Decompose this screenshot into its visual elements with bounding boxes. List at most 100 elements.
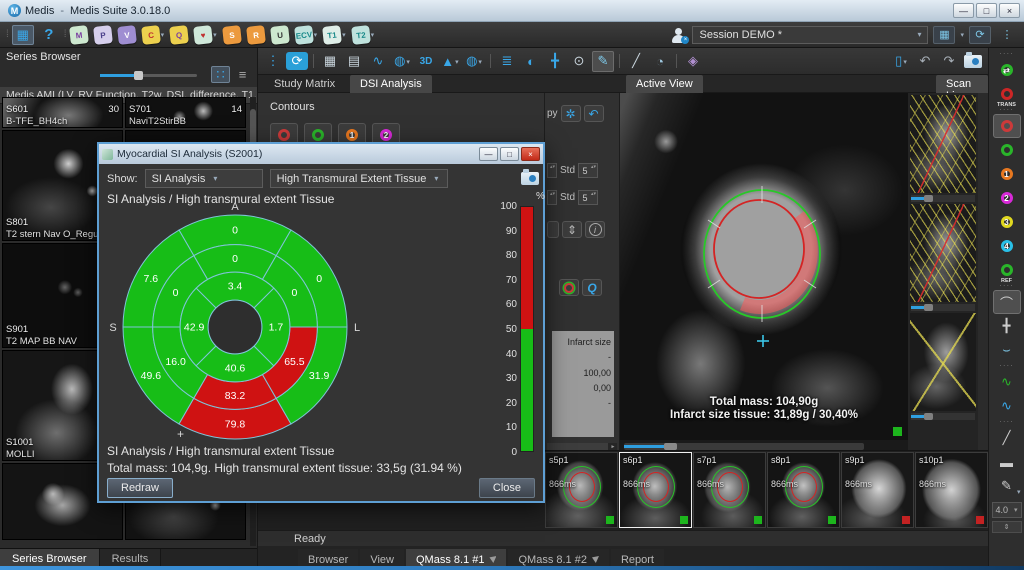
phase-thumbnail[interactable]: s9p1 866ms — [841, 452, 914, 528]
image-slider[interactable] — [624, 443, 864, 450]
app-tile-icon[interactable]: T1 — [322, 25, 342, 45]
series-thumbnail[interactable]: S601 30 B-TFE_BH4ch — [2, 97, 123, 128]
redraw-button[interactable]: Redraw — [107, 478, 173, 498]
contour-toolbar-button[interactable]: ⌣ — [993, 338, 1021, 362]
toolbar-button[interactable]: ⟳ — [286, 52, 308, 70]
chevron-down-icon[interactable]: ▾ — [213, 31, 217, 39]
snapshot-icon[interactable] — [521, 172, 539, 185]
phase-thumbnail[interactable]: s7p1 866ms — [693, 452, 766, 528]
phase-thumbnail[interactable]: s5p1 866ms — [545, 452, 618, 528]
chevron-down-icon[interactable]: ▾ — [314, 31, 318, 39]
toolbar-button[interactable]: ╱ — [625, 51, 647, 72]
contour-toolbar-button[interactable] — [993, 106, 1021, 114]
toolbar-button[interactable]: ⊙ — [568, 51, 590, 72]
thumbnail-size-slider[interactable] — [100, 74, 197, 77]
help-button[interactable]: ? — [38, 25, 60, 45]
contour-toolbar-button[interactable]: TRANS — [993, 82, 1021, 106]
contour-toolbar-button[interactable]: ✎ — [993, 474, 1021, 498]
std-spinner[interactable]: 5 — [578, 163, 598, 178]
tab-dsi-analysis[interactable]: DSI Analysis — [350, 75, 432, 93]
si-analysis-button[interactable] — [559, 279, 579, 296]
spinner-cut[interactable] — [547, 190, 557, 205]
contour-toolbar-button[interactable]: 1 — [993, 162, 1021, 186]
toolbar-button[interactable] — [673, 51, 680, 72]
pin-icon[interactable] — [489, 556, 496, 563]
app-tile-icon[interactable]: R — [246, 25, 266, 45]
contour-toolbar-button[interactable]: ╱ — [993, 426, 1021, 450]
dialog-title-bar[interactable]: Myocardial SI Analysis (S2001) — □ × — [99, 144, 543, 164]
app-tile-icon[interactable]: M — [69, 25, 89, 45]
more-options-button[interactable]: ⋮ — [996, 26, 1018, 44]
toolbar-button[interactable] — [310, 51, 317, 72]
window-layout-button[interactable]: ▦ — [933, 26, 955, 44]
app-tile-icon[interactable]: P — [93, 25, 113, 45]
toolbar-scroll-button[interactable]: ⇕ — [992, 521, 1022, 533]
contour-toolbar-button[interactable]: ⇄ — [993, 58, 1021, 82]
zoom-level-select[interactable]: 4.0 ▾ — [992, 502, 1022, 518]
chevron-down-icon[interactable]: ▾ — [960, 31, 964, 39]
tab-active-view[interactable]: Active View — [626, 75, 703, 93]
toolbar-button[interactable]: ◈ — [682, 51, 704, 72]
close-dialog-button[interactable]: Close — [479, 478, 535, 498]
horizontal-scrollbar[interactable]: ► — [547, 443, 617, 450]
snapshot-button[interactable] — [962, 51, 984, 72]
tab-study-matrix[interactable]: Study Matrix — [264, 75, 345, 93]
endocardial-contour[interactable] — [714, 200, 804, 298]
toolbar-button[interactable]: ↶ — [914, 51, 936, 72]
toolbar-button[interactable]: ✎ — [592, 51, 614, 72]
qmass-q-button[interactable]: Q — [582, 279, 602, 296]
app-tile-icon[interactable]: V — [117, 25, 137, 45]
session-select[interactable]: Session DEMO * ▾ — [692, 26, 928, 44]
cut-button[interactable] — [547, 221, 559, 238]
contour-toolbar-button[interactable] — [993, 418, 1021, 426]
contour-toolbar-button[interactable]: REF — [993, 258, 1021, 282]
phase-thumbnail[interactable]: s10p1 866ms — [915, 452, 988, 528]
app-tile-icon[interactable]: T2 — [351, 25, 371, 45]
contour-toolbar-button[interactable]: 2 — [993, 186, 1021, 210]
toolbar-button[interactable]: 3D — [415, 51, 437, 72]
phase-thumbnail[interactable]: s6p1 866ms — [619, 452, 692, 528]
dialog-minimize-button[interactable]: — — [479, 147, 498, 161]
scan-lines-thumbnail[interactable] — [910, 95, 976, 193]
app-tile-icon[interactable]: ♥ — [193, 25, 213, 45]
toolbar-button[interactable]: ∿ — [367, 51, 389, 72]
dialog-close-button[interactable]: × — [521, 147, 540, 161]
phase-thumbnail[interactable]: s8p1 866ms — [767, 452, 840, 528]
toolbar-button[interactable]: ↷ — [938, 51, 960, 72]
propagate-button[interactable]: ⇕ — [562, 221, 582, 238]
toolbar-button[interactable]: ≣ — [496, 51, 518, 72]
contour-toolbar-button[interactable] — [993, 50, 1021, 58]
tissue-type-select[interactable]: High Transmural Extent Tissue ▾ — [270, 169, 448, 188]
undo-button[interactable]: ↶ — [584, 105, 604, 122]
contour-toolbar-button[interactable]: ╋ — [993, 314, 1021, 338]
info-button[interactable]: i — [585, 221, 605, 238]
contour-toolbar-button[interactable]: ▬ — [993, 450, 1021, 474]
cardiac-mri-image[interactable]: Total mass: 104,90g Infarct size tissue:… — [620, 93, 908, 440]
scan-lines-thumbnail[interactable] — [910, 204, 976, 302]
contour-toolbar-button[interactable]: ∿ — [993, 394, 1021, 418]
toolbar-button[interactable]: ▦ — [319, 51, 341, 72]
app-tile-icon[interactable]: S — [222, 25, 242, 45]
maximize-button[interactable]: □ — [976, 3, 997, 18]
scan-lines-thumbnail[interactable] — [910, 313, 976, 411]
slice-slider[interactable] — [911, 304, 975, 311]
contour-toolbar-button[interactable]: ⌒ — [993, 290, 1021, 314]
contour-toolbar-button[interactable]: 4 — [993, 234, 1021, 258]
analysis-type-select[interactable]: SI Analysis ▾ — [145, 169, 263, 188]
reset-layout-button[interactable]: ⟳ — [969, 26, 991, 44]
chevron-down-icon[interactable]: ▾ — [371, 31, 375, 39]
std-spinner[interactable]: 5 — [578, 190, 598, 205]
toolbar-button[interactable]: ╋ — [544, 51, 566, 72]
apply-button-fragment[interactable]: py — [547, 108, 558, 119]
close-button[interactable]: × — [999, 3, 1020, 18]
toolbar-button[interactable]: ◍ — [463, 51, 485, 72]
grid-view-button[interactable]: ∷ — [211, 66, 230, 83]
minimize-button[interactable]: — — [953, 3, 974, 18]
toolbar-button[interactable]: ▯ — [890, 51, 912, 72]
scroll-right-icon[interactable]: ► — [609, 443, 617, 450]
auto-detect-button[interactable]: ✲ — [561, 105, 581, 122]
toolbar-button[interactable] — [616, 51, 623, 72]
contour-toolbar-button[interactable] — [993, 362, 1021, 370]
contour-toolbar-button[interactable]: 3 — [993, 210, 1021, 234]
app-tile-icon[interactable]: C — [141, 25, 161, 45]
